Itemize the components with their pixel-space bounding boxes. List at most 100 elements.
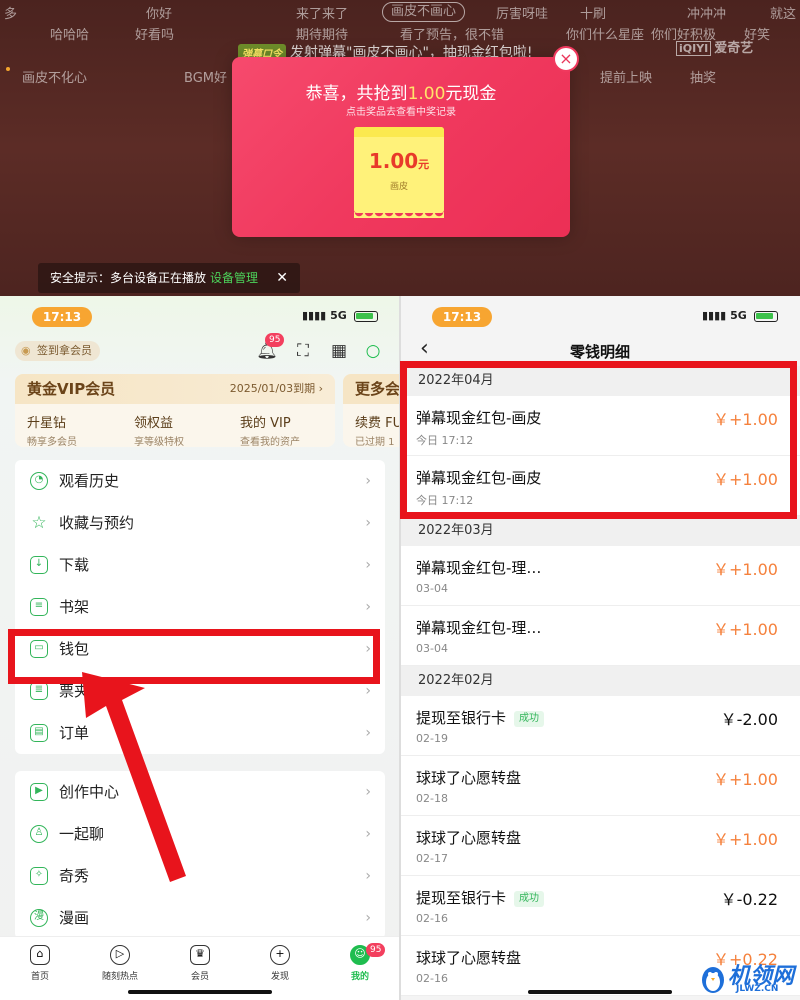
- chevron-right-icon: ›: [365, 515, 371, 531]
- chevron-right-icon: ›: [365, 557, 371, 573]
- transaction-amount: ￥+1.00: [712, 560, 778, 579]
- safety-tip-text: 安全提示：多台设备正在播放: [50, 271, 207, 285]
- menu-item-show[interactable]: ✧ 奇秀 ›: [15, 855, 385, 897]
- annotation-highlight-wallet: [8, 629, 380, 684]
- menu-item-favorites[interactable]: ☆ 收藏与预约 ›: [15, 502, 385, 544]
- danmaku: BGM好: [184, 71, 227, 86]
- vip-benefit[interactable]: 升星钻 畅享多会员: [27, 412, 127, 447]
- clock-icon: ◔: [30, 472, 48, 490]
- vip-benefit-sub: 享等级特权: [134, 437, 184, 447]
- transaction-date: 03-04: [416, 582, 448, 595]
- menu-item-bookshelf[interactable]: ≡ 书架 ›: [15, 586, 385, 628]
- transaction-date: 02-18: [416, 792, 448, 805]
- tab-discover[interactable]: + 发现: [250, 945, 310, 982]
- order-icon: ▤: [30, 724, 48, 742]
- tab-vip[interactable]: ♛ 会员: [170, 945, 230, 982]
- popup-close-button[interactable]: ×: [553, 46, 579, 72]
- transaction-row[interactable]: 提现至银行卡 成功 02-19 ￥-2.00: [400, 696, 800, 756]
- video-player[interactable]: 多 你好 来了来了 画皮不画心 厉害呀哇 十刷 冲冲冲 就这 哈哈哈 好看吗 期…: [0, 0, 800, 296]
- transaction-name: 弹幕现金红包-理…: [416, 559, 542, 577]
- transaction-row[interactable]: 球球了心愿转盘 02-18 ￥+1.00: [400, 756, 800, 816]
- danmaku: 十刷: [580, 7, 607, 22]
- network-type: 5G: [730, 309, 747, 322]
- device-manage-link[interactable]: 设备管理: [210, 271, 258, 285]
- vip-benefit[interactable]: 我的 VIP 查看我的资产: [240, 412, 335, 447]
- comic-icon: 漫: [30, 909, 48, 927]
- menu-item-comics[interactable]: 漫漫画 ›: [15, 897, 385, 939]
- danmaku: 提前上映: [600, 71, 653, 86]
- tab-home[interactable]: ⌂ 首页: [10, 945, 70, 982]
- scan-icon[interactable]: ⛶: [292, 340, 314, 362]
- menu-item-creator-center[interactable]: ▶ 创作中心 ›: [15, 771, 385, 813]
- status-bar-right: ▮▮▮▮ 5G: [702, 309, 778, 322]
- transaction-row[interactable]: 弹幕现金红包-理… 03-04 ￥+1.00: [400, 546, 800, 606]
- transaction-name-text: 提现至银行卡: [416, 709, 507, 727]
- people-icon: ♙: [30, 825, 48, 843]
- vip-benefit[interactable]: 续费 FU 已过期 1: [355, 412, 400, 447]
- play-icon: ▷: [110, 945, 130, 965]
- status-bar-right: ▮▮▮▮ 5G: [302, 309, 378, 322]
- menu-item-label: 奇秀: [59, 867, 90, 885]
- transaction-name: 提现至银行卡 成功: [416, 707, 545, 728]
- menu-item-orders[interactable]: ▤ 订单 ›: [15, 712, 385, 754]
- more-vip-card[interactable]: 更多会 续费 FU 已过期 1: [343, 374, 400, 447]
- prize-unit: 元: [418, 158, 430, 171]
- sign-in-badge[interactable]: 签到拿会员: [15, 341, 100, 361]
- safety-tip-close-button[interactable]: ✕: [276, 263, 288, 293]
- home-indicator: [128, 990, 272, 994]
- transaction-name: 球球了心愿转盘: [416, 949, 522, 967]
- tab-hot[interactable]: ▷ 随刻热点: [90, 945, 150, 982]
- menu-item-label: 书架: [59, 598, 90, 616]
- danmaku: 看了预告，很不错: [400, 28, 505, 43]
- download-icon: ↓: [30, 556, 48, 574]
- tab-badge: 95: [366, 943, 386, 957]
- plus-icon: +: [270, 945, 290, 965]
- popup-title-prefix: 恭喜，共抢到: [305, 84, 408, 104]
- menu-item-history[interactable]: ◔ 观看历史 ›: [15, 460, 385, 502]
- popup-title: 恭喜，共抢到1.00元现金: [232, 79, 570, 104]
- prize-value: 1.00元: [354, 149, 444, 173]
- vip-expiry[interactable]: 2025/01/03到期 ›: [230, 374, 323, 404]
- chevron-right-icon: ›: [365, 784, 371, 800]
- page-title: 零钱明细: [569, 343, 630, 361]
- menu-item-chat[interactable]: ♙ 一起聊 ›: [15, 813, 385, 855]
- star-icon: ☆: [31, 513, 47, 533]
- notification-badge: 95: [265, 333, 285, 347]
- battery-icon: [753, 310, 778, 322]
- month-header: 2022年03月: [400, 516, 800, 546]
- menu-item-label: 一起聊: [59, 825, 105, 843]
- status-badge: 成功: [514, 711, 545, 727]
- menu-group-main: ◔ 观看历史 › ☆ 收藏与预约 › ↓ 下载 › ≡ 书架 › ▭ 钱包 › ≣ 票夹 › ▤ 订单 ›: [15, 460, 385, 754]
- transaction-name: 球球了心愿转盘: [416, 829, 522, 847]
- vip-benefit[interactable]: 领权益 享等级特权: [134, 412, 234, 447]
- transaction-amount: ￥+1.00: [712, 830, 778, 849]
- menu-item-label: 漫画: [59, 909, 90, 927]
- vip-benefit-sub: 查看我的资产: [240, 437, 300, 447]
- transaction-row[interactable]: 球球了心愿转盘 02-17 ￥+1.00: [400, 816, 800, 876]
- penguin-logo-icon: [702, 967, 724, 993]
- transaction-row[interactable]: 弹幕现金红包-理… 03-04 ￥+1.00: [400, 606, 800, 666]
- vip-benefit-title: 领权益: [134, 416, 174, 431]
- red-packet-popup[interactable]: 恭喜，共抢到1.00元现金 点击奖品去查看中奖记录 1.00元 画皮: [232, 57, 570, 237]
- transaction-amount: ￥-0.22: [720, 890, 778, 909]
- ticket-edge: [354, 212, 444, 218]
- danmaku: 期待期待: [296, 28, 349, 43]
- status-badge: 成功: [514, 891, 545, 907]
- menu-item-label: 订单: [59, 724, 90, 742]
- danmaku: 多: [4, 7, 18, 22]
- transaction-row[interactable]: 提现至银行卡 成功 02-16 ￥-0.22: [400, 876, 800, 936]
- ticket-icon: ≣: [30, 682, 48, 700]
- watermark-domain: JLWZ.CN: [736, 984, 779, 994]
- menu-item-download[interactable]: ↓ 下载 ›: [15, 544, 385, 586]
- transaction-date: 02-16: [416, 972, 448, 985]
- prize-ticket[interactable]: 1.00元 画皮: [354, 127, 444, 218]
- tab-label: 首页: [30, 972, 49, 982]
- menu-group-secondary: ▶ 创作中心 › ♙ 一起聊 › ✧ 奇秀 › 漫漫画 ›: [15, 771, 385, 939]
- gold-vip-card[interactable]: 黄金VIP会员 2025/01/03到期 › 升星钻 畅享多会员 领权益 享等级…: [15, 374, 335, 447]
- transaction-name: 球球了心愿转盘: [416, 769, 522, 787]
- vip-card-header: 黄金VIP会员 2025/01/03到期 ›: [15, 374, 335, 404]
- danmaku: 厉害呀哇: [496, 7, 549, 22]
- search-icon[interactable]: ○: [362, 340, 384, 362]
- qr-code-icon[interactable]: ▦: [328, 340, 350, 362]
- transaction-date: 02-17: [416, 852, 448, 865]
